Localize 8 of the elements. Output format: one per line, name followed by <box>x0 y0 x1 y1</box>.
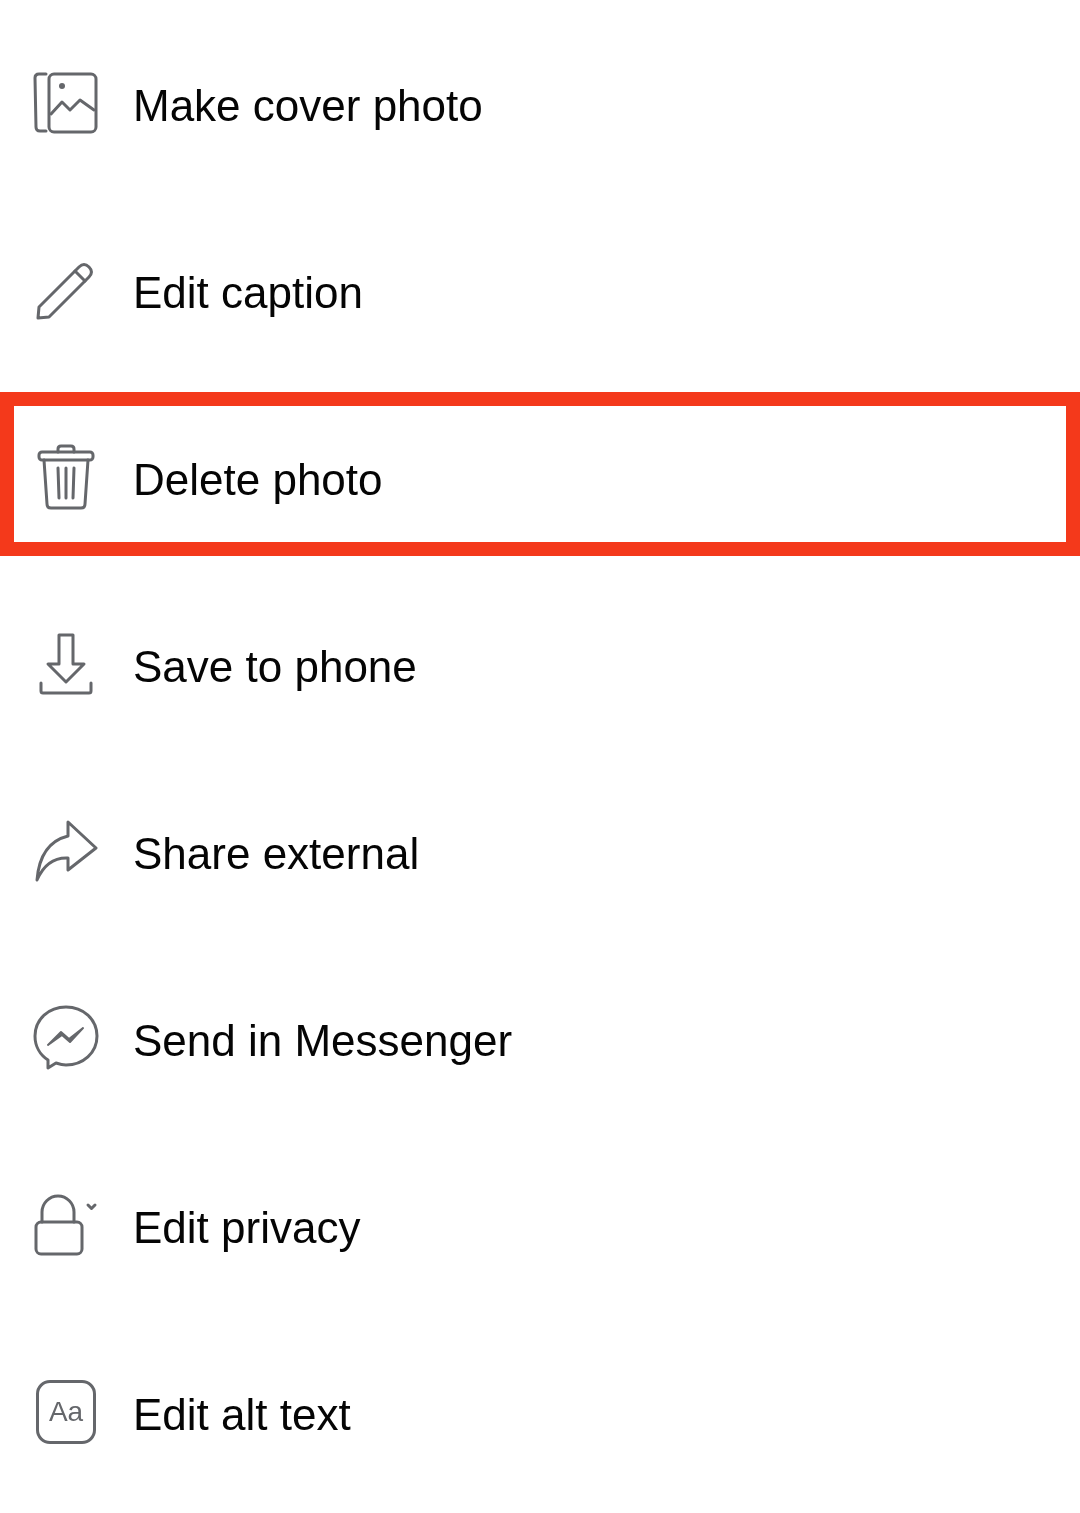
share-arrow-icon <box>34 820 98 882</box>
menu-item[interactable]: Delete photo <box>0 392 1080 556</box>
trash-icon <box>37 444 95 510</box>
text-format-icon: Aa <box>36 1380 96 1444</box>
messenger-icon <box>33 1005 99 1071</box>
image-icon <box>33 72 99 134</box>
lock-icon <box>34 1194 98 1256</box>
download-icon <box>39 633 93 695</box>
